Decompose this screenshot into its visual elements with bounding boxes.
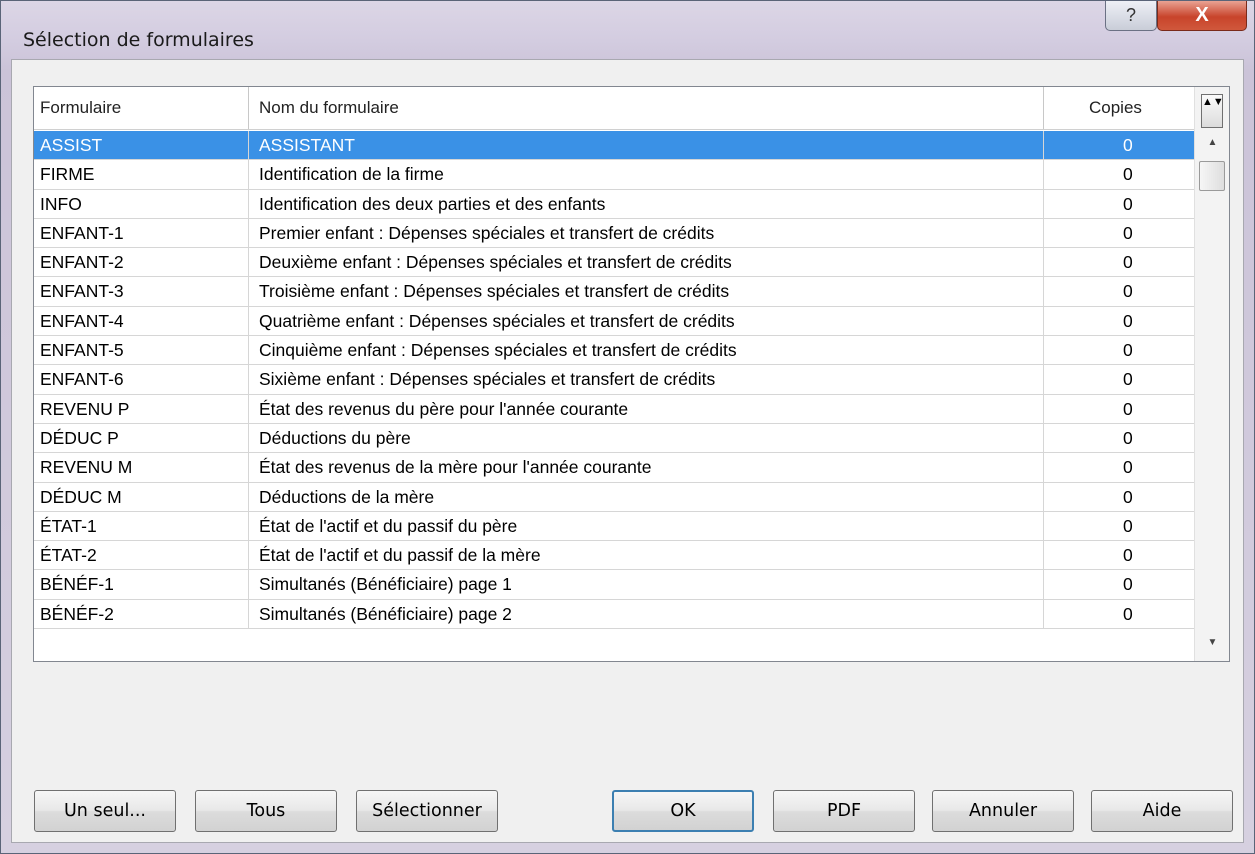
copies-cell: 0 [1123,486,1133,507]
close-icon: X [1195,4,1209,26]
copies-cell: 0 [1123,427,1133,448]
form-code-cell: ENFANT-2 [34,248,249,277]
column-header-copies[interactable]: Copies [1044,87,1194,129]
table-row[interactable]: ENFANT-5 Cinquième enfant : Dépenses spéc… [34,336,1194,366]
table-row[interactable]: ASSIST ASSISTANT 0 [34,131,1194,161]
copies-cell: 0 [1123,281,1133,302]
form-code-cell: DÉDUC M [34,482,249,511]
form-code-cell: DÉDUC P [34,423,249,453]
close-button[interactable]: X [1157,1,1247,31]
grid-header: Formulaire Nom du formulaire Copies [34,87,1194,130]
copies-cell: 0 [1123,193,1133,214]
copies-cell: 0 [1123,398,1133,419]
form-name-cell: ASSISTANT [249,131,1044,160]
form-code-cell: REVENU M [34,453,249,482]
table-row[interactable]: BÉNÉF-1 Simultanés (Bénéficiaire) page 1 0 [34,570,1194,600]
copies-cell: 0 [1123,340,1133,361]
table-row[interactable]: REVENU P État des revenus du père pour l'… [34,394,1194,424]
table-row[interactable]: ENFANT-3 Troisième enfant : Dépenses spéc… [34,277,1194,307]
form-code-cell: FIRME [34,160,249,189]
form-code-cell: BÉNÉF-2 [34,599,249,629]
copies-cell: 0 [1123,164,1133,185]
dialog-title: Sélection de formulaires [23,29,254,51]
copies-cell: 0 [1123,369,1133,390]
table-row[interactable]: ÉTAT-1 État de l'actif et du passif du pè… [34,511,1194,542]
scroll-up-arrow-icon[interactable]: ▲ [1195,137,1229,148]
table-row[interactable]: DÉDUC M Déductions de la mère 0 [34,482,1194,512]
form-code-cell: ENFANT-5 [34,336,249,365]
form-code-cell: REVENU P [34,394,249,423]
form-code-cell: ÉTAT-2 [34,541,249,570]
forms-grid[interactable]: Formulaire Nom du formulaire Copies ASSI… [33,86,1230,662]
copies-cell: 0 [1123,515,1133,536]
form-selection-dialog: Sélection de formulaires ? X Formulaire … [0,0,1255,854]
annuler-button[interactable]: Annuler [932,790,1074,832]
column-header-nom-du-formulaire[interactable]: Nom du formulaire [249,87,1044,129]
un-seul-button[interactable]: Un seul... [34,790,176,832]
table-row[interactable]: ÉTAT-2 État de l'actif et du passif de la… [34,541,1194,571]
pdf-button[interactable]: PDF [773,790,915,832]
table-row[interactable]: FIRME Identification de la firme 0 [34,160,1194,190]
scroll-thumb[interactable] [1199,161,1225,191]
copies-cell: 0 [1123,457,1133,478]
dialog-client-area: Formulaire Nom du formulaire Copies ASSI… [11,59,1244,843]
scroll-down-arrow-icon[interactable]: ▼ [1195,637,1229,648]
copies-cell: 0 [1123,135,1133,155]
table-row[interactable]: BÉNÉF-2 Simultanés (Bénéficiaire) page 2 0 [34,599,1194,630]
form-name-cell: Déductions du père [249,423,1044,453]
copies-cell: 0 [1123,252,1133,273]
tous-button[interactable]: Tous [195,790,337,832]
column-header-formulaire[interactable]: Formulaire [34,87,249,129]
form-name-cell: Quatrième enfant : Dépenses spéciales et… [249,306,1044,336]
form-code-cell: ENFANT-6 [34,365,249,394]
form-code-cell: ENFANT-4 [34,306,249,336]
table-row[interactable]: REVENU M État des revenus de la mère pour… [34,453,1194,483]
form-code-cell: ENFANT-3 [34,277,249,306]
copies-cell: 0 [1123,222,1133,243]
table-row[interactable]: ENFANT-4 Quatrième enfant : Dépenses spéc… [34,306,1194,337]
form-code-cell: ENFANT-1 [34,218,249,248]
vertical-scrollbar[interactable]: ▲▼ ▲ ▼ [1194,87,1229,661]
form-name-cell: État de l'actif et du passif de la mère [249,541,1044,570]
form-code-cell: ASSIST [34,131,249,160]
form-name-cell: Troisième enfant : Dépenses spéciales et… [249,277,1044,306]
copies-cell: 0 [1123,545,1133,566]
grid-rows: ASSIST ASSISTANT 0 FIRME Identification de l… [34,131,1194,630]
form-name-cell: Simultanés (Bénéficiaire) page 1 [249,570,1044,599]
form-name-cell: État des revenus de la mère pour l'année… [249,453,1044,482]
form-name-cell: Identification des deux parties et des e… [249,189,1044,218]
ok-button[interactable]: OK [612,790,754,832]
form-code-cell: ÉTAT-1 [34,511,249,541]
table-row[interactable]: INFO Identification des deux parties et d… [34,189,1194,219]
form-code-cell: BÉNÉF-1 [34,570,249,599]
form-code-cell: INFO [34,189,249,218]
copies-cell: 0 [1123,603,1133,624]
form-name-cell: Déductions de la mère [249,482,1044,511]
copies-cell: 0 [1123,310,1133,331]
title-bar[interactable]: Sélection de formulaires ? X [1,1,1254,59]
table-row[interactable]: ENFANT-6 Sixième enfant : Dépenses spécia… [34,365,1194,395]
table-row[interactable]: ENFANT-1 Premier enfant : Dépenses spécia… [34,218,1194,249]
form-name-cell: Cinquième enfant : Dépenses spéciales et… [249,336,1044,365]
sort-order-icon[interactable]: ▲▼ [1201,94,1224,128]
form-name-cell: Premier enfant : Dépenses spéciales et t… [249,218,1044,248]
help-button[interactable]: ? [1105,1,1157,31]
selectionner-button[interactable]: Sélectionner [356,790,498,832]
form-name-cell: Simultanés (Bénéficiaire) page 2 [249,599,1044,629]
form-name-cell: Sixième enfant : Dépenses spéciales et t… [249,365,1044,394]
aide-button[interactable]: Aide [1091,790,1233,832]
form-name-cell: Deuxième enfant : Dépenses spéciales et … [249,248,1044,277]
form-name-cell: État de l'actif et du passif du père [249,511,1044,541]
form-name-cell: Identification de la firme [249,160,1044,189]
question-icon: ? [1125,5,1136,25]
copies-cell: 0 [1123,574,1133,595]
table-row[interactable]: DÉDUC P Déductions du père 0 [34,423,1194,454]
form-name-cell: État des revenus du père pour l'année co… [249,394,1044,423]
table-row[interactable]: ENFANT-2 Deuxième enfant : Dépenses spéci… [34,248,1194,278]
